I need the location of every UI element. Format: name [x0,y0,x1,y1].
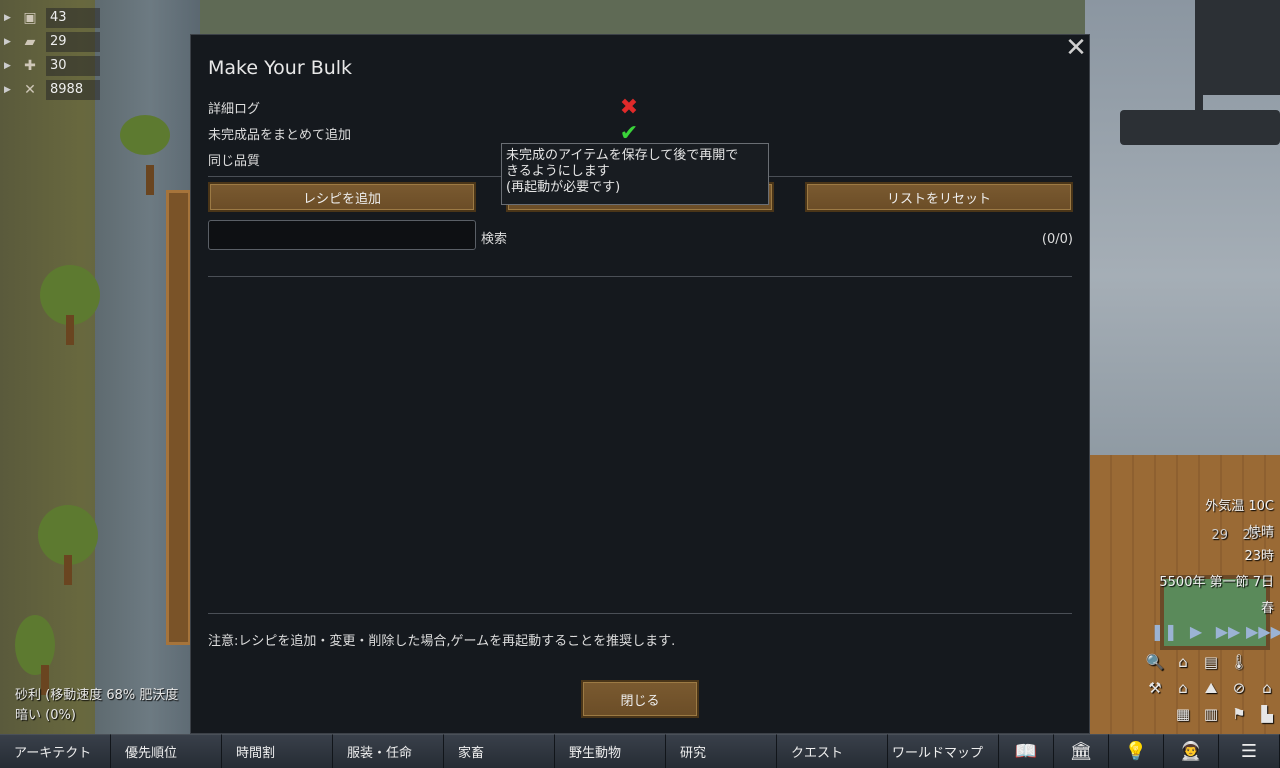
time-of-day: 23時 [1244,549,1274,564]
recipe-count: (0/0) [1041,232,1073,247]
steel-icon: ✕ [24,82,36,98]
flag-icon[interactable]: ⚑ [1226,702,1252,726]
resource-value: 30 [46,56,100,76]
blank-icon [1254,650,1280,674]
zone-icon[interactable]: ▤ [1198,650,1224,674]
stone-icon: ▣ [23,10,37,26]
history-icon[interactable]: 📖 [999,734,1054,768]
option-same-quality-label: 同じ品質 [208,154,261,169]
tooltip: 未完成のアイテムを保存して後で再開で きるようにします (再起動が必要です) [501,143,769,205]
overlay-toggles: 🔍 ⌂ ▤ 🌡 ⚒ ⌂ ⛰ ⊘ ⌂ ▦ ▥ ⚑ ▙ [1142,650,1280,726]
tab-schedule[interactable]: 時間割 [222,734,333,768]
tab-wildlife[interactable]: 野生動物 [555,734,666,768]
home-area-icon[interactable]: ⌂ [1170,676,1196,700]
forbid-icon[interactable]: ⊘ [1226,676,1252,700]
menu-icon[interactable]: ☰ [1219,734,1280,768]
expand-arrow-icon[interactable]: ▶ [4,61,14,71]
tooltip-line: きるようにします [506,164,610,179]
play-icon[interactable]: ▶ [1182,622,1210,641]
ultra-fast-icon[interactable]: ▶▶▶ [1246,622,1280,641]
close-icon[interactable]: ✕ [1063,35,1089,61]
resource-readout: ▶ ▣ 43 ▶ ▰ 29 ▶ ✚ 30 ▶ ✕ 8988 [4,6,100,102]
date-label: 5500年 第一節 7日 [1159,575,1274,590]
tab-world[interactable]: ワールドマップ [888,734,999,768]
option-unfinished-label: 未完成品をまとめて追加 [208,128,352,143]
search-input[interactable] [208,220,476,250]
make-your-bulk-dialog: Make Your Bulk ✕ 詳細ログ ✖ 未完成品をまとめて追加 ✔ 同じ… [190,34,1090,734]
blank-icon [1142,702,1168,726]
close-button[interactable]: 閉じる [581,680,699,718]
search-label: 検索 [481,232,508,247]
build-icon[interactable]: ⚒ [1142,676,1168,700]
resource-value: 43 [46,8,100,28]
zoom-icon[interactable]: 🔍 [1142,650,1168,674]
house-icon[interactable]: ⌂ [1254,676,1280,700]
ideas-icon[interactable]: 💡 [1109,734,1164,768]
resource-row[interactable]: ▶ ▰ 29 [4,30,100,54]
colonist-count: 29 [1211,528,1228,543]
restart-note: 注意:レシピを追加・変更・削除した場合,ゲームを再起動することを推奨します. [208,634,676,649]
medicine-icon: ✚ [24,58,36,74]
temperature-icon[interactable]: 🌡 [1226,650,1252,674]
terrain-icon[interactable]: ⛰ [1198,676,1224,700]
tab-assign[interactable]: 服装・任命 [333,734,444,768]
resource-row[interactable]: ▶ ▣ 43 [4,6,100,30]
fast-forward-icon[interactable]: ▶▶ [1214,622,1242,641]
resource-row[interactable]: ▶ ✕ 8988 [4,78,100,102]
animal-count: 25 [1242,528,1259,543]
terrain-line: 砂利 (移動速度 68% 肥沃度 [15,688,179,703]
tab-animals[interactable]: 家畜 [444,734,555,768]
tooltip-line: (再起動が必要です) [506,180,621,195]
option-verbose-log-label: 詳細ログ [208,102,261,117]
tooltip-line: 未完成のアイテムを保存して後で再開で [506,148,739,163]
tab-quests[interactable]: クエスト [777,734,888,768]
expand-arrow-icon[interactable]: ▶ [4,85,14,95]
tab-architect[interactable]: アーキテクト [0,734,111,768]
divider [208,276,1072,277]
resource-value: 8988 [46,80,100,100]
speed-controls: ❚❚ ▶ ▶▶ ▶▶▶ [1150,622,1280,641]
tab-work[interactable]: 優先順位 [111,734,222,768]
tab-research[interactable]: 研究 [666,734,777,768]
factions-icon[interactable]: 🏛 [1054,734,1109,768]
terrain-line: 暗い (0%) [15,708,76,723]
expand-arrow-icon[interactable]: ▶ [4,13,14,23]
divider [208,613,1072,614]
wood-icon: ▰ [24,34,36,50]
ideology-icon[interactable]: 👨‍🚀 [1164,734,1219,768]
dialog-title: Make Your Bulk [208,57,353,79]
checkbox-off-icon[interactable]: ✖ [618,95,640,120]
pause-icon[interactable]: ❚❚ [1150,622,1178,641]
outdoor-temperature: 外気温 10C [1205,499,1274,514]
expand-arrow-icon[interactable]: ▶ [4,37,14,47]
terrain-info: 砂利 (移動速度 68% 肥沃度 暗い (0%) [15,686,178,726]
resource-value: 29 [46,32,100,52]
season-label: 春 [1260,601,1274,616]
resource-row[interactable]: ▶ ✚ 30 [4,54,100,78]
add-recipe-button[interactable]: レシピを追加 [208,182,476,212]
grid-icon[interactable]: ▦ [1170,702,1196,726]
checkbox-on-icon[interactable]: ✔ [618,121,640,146]
beauty-icon[interactable]: ▥ [1198,702,1224,726]
fertility-icon[interactable]: ▙ [1254,702,1280,726]
roof-icon[interactable]: ⌂ [1170,650,1196,674]
reset-list-button[interactable]: リストをリセット [805,182,1073,212]
main-tab-bar: アーキテクト 優先順位 時間割 服装・任命 家畜 野生動物 研究 クエスト ワー… [0,734,1280,768]
